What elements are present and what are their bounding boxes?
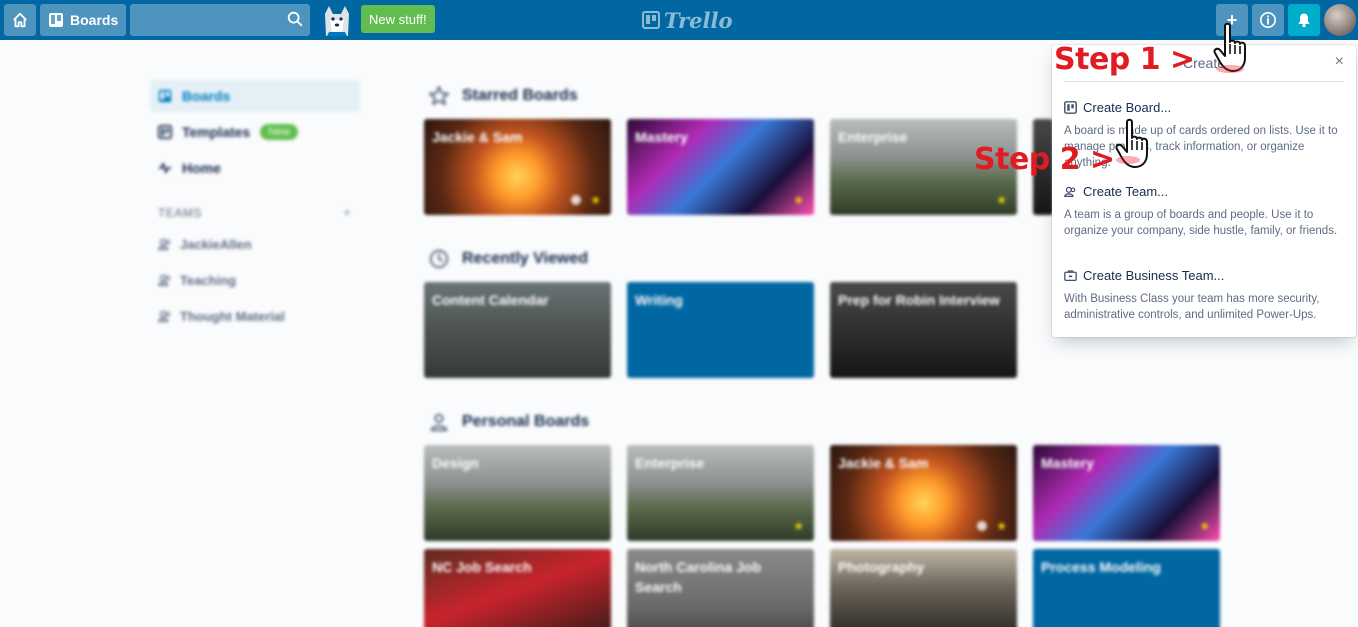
board-title: Process Modeling — [1041, 559, 1161, 575]
board-title: Enterprise — [635, 455, 705, 471]
board-title: Content Calendar — [432, 292, 549, 308]
step-1-annotation: Step 1 > — [1054, 42, 1195, 77]
board-tile[interactable]: Process Modeling — [1033, 549, 1220, 627]
search-icon — [287, 11, 303, 27]
sidebar-item-templates[interactable]: Templates New — [150, 116, 360, 148]
step-2-annotation: Step 2 > — [974, 142, 1115, 177]
info-button[interactable] — [1252, 4, 1284, 36]
sidebar-team-item[interactable]: JackieAllen — [158, 234, 252, 254]
notifications-button[interactable] — [1288, 4, 1320, 36]
star-outline-icon — [429, 86, 449, 106]
home-icon — [13, 12, 27, 28]
bell-icon — [1298, 13, 1310, 28]
info-icon — [1259, 11, 1277, 29]
recently-viewed-heading: Recently Viewed — [428, 247, 588, 271]
star-icon[interactable]: ★ — [793, 193, 804, 207]
trello-logo-icon — [642, 11, 660, 29]
clock-icon — [429, 249, 449, 269]
team-label: Thought Material — [180, 308, 285, 324]
section-title-text: Recently Viewed — [462, 250, 588, 267]
board-indicator — [571, 195, 581, 205]
template-icon — [158, 125, 172, 139]
create-business-team-description: With Business Class your team has more s… — [1064, 293, 1320, 321]
board-tile[interactable]: Prep for Robin Interview — [830, 282, 1017, 378]
create-business-team-option[interactable]: Create Business Team... With Business Cl… — [1064, 265, 1344, 323]
board-tile[interactable]: Enterprise ★ — [627, 445, 814, 541]
board-icon — [49, 13, 63, 27]
section-title-text: Personal Boards — [462, 413, 590, 430]
board-tile[interactable]: Mastery ★ — [1033, 445, 1220, 541]
board-tile[interactable]: Content Calendar — [424, 282, 611, 378]
teams-heading: TEAMS — [158, 206, 202, 220]
create-team-title: Create Team... — [1083, 183, 1169, 199]
popover-divider — [1064, 81, 1344, 82]
star-icon[interactable]: ★ — [996, 193, 1007, 207]
search-input[interactable] — [130, 4, 310, 36]
board-tile[interactable]: Jackie & Sam ★ — [424, 119, 611, 215]
person-icon — [430, 413, 448, 432]
board-title: Design — [432, 455, 479, 471]
board-title: Prep for Robin Interview — [838, 292, 1000, 308]
sidebar-team-item[interactable]: Teaching — [158, 270, 236, 290]
boards-button[interactable]: Boards — [40, 4, 126, 36]
board-tile[interactable]: Design — [424, 445, 611, 541]
user-avatar[interactable] — [1324, 4, 1356, 36]
team-icon — [1064, 186, 1076, 197]
team-icon — [158, 310, 171, 322]
boards-button-label: Boards — [70, 12, 119, 28]
new-badge: New — [260, 124, 299, 140]
star-icon[interactable]: ★ — [996, 519, 1007, 533]
top-header: Boards New stuff! Trello + — [0, 0, 1358, 40]
board-tile[interactable]: Photography — [830, 549, 1017, 627]
personal-boards-heading: Personal Boards — [428, 410, 589, 434]
star-icon[interactable]: ★ — [1199, 519, 1210, 533]
team-icon — [158, 274, 171, 286]
husky-mascot-icon[interactable] — [318, 2, 356, 38]
briefcase-icon — [1064, 269, 1077, 281]
star-icon[interactable]: ★ — [590, 193, 601, 207]
board-tile[interactable]: North Carolina Job Search — [627, 549, 814, 627]
add-team-button[interactable]: + — [343, 204, 351, 220]
board-title: Mastery — [635, 129, 688, 145]
sidebar-item-boards[interactable]: Boards — [150, 80, 360, 112]
team-icon — [158, 238, 171, 250]
create-team-description: A team is a group of boards and people. … — [1064, 209, 1338, 237]
trello-logo-text: Trello — [664, 7, 733, 33]
section-title-text: Starred Boards — [462, 87, 578, 104]
board-title: Jackie & Sam — [432, 129, 523, 145]
create-business-team-title: Create Business Team... — [1083, 267, 1225, 283]
sidebar-team-item[interactable]: Thought Material — [158, 306, 285, 326]
board-icon — [1064, 100, 1077, 114]
sidebar-item-label: Templates — [182, 124, 251, 140]
new-stuff-button[interactable]: New stuff! — [361, 5, 435, 33]
hand-pointer-icon — [1213, 22, 1246, 73]
board-title: North Carolina Job Search — [635, 559, 762, 595]
board-icon — [158, 89, 172, 103]
board-title: Mastery — [1041, 455, 1094, 471]
create-popover: Create × Create Board... A board is made… — [1052, 45, 1356, 337]
starred-boards-heading: Starred Boards — [428, 84, 578, 108]
team-label: JackieAllen — [180, 236, 252, 252]
board-title: Writing — [635, 292, 683, 308]
board-tile[interactable]: NC Job Search — [424, 549, 611, 627]
create-team-option[interactable]: Create Team... A team is a group of boar… — [1064, 181, 1344, 239]
board-title: NC Job Search — [432, 559, 532, 575]
board-title: Jackie & Sam — [838, 455, 929, 471]
sidebar-item-label: Home — [182, 160, 221, 176]
home-button[interactable] — [4, 4, 36, 36]
board-title: Photography — [838, 559, 925, 575]
hand-pointer-icon — [1115, 118, 1148, 168]
board-indicator — [977, 521, 987, 531]
star-icon[interactable]: ★ — [793, 519, 804, 533]
board-tile[interactable]: Writing — [627, 282, 814, 378]
close-icon[interactable]: × — [1335, 53, 1344, 71]
sidebar-item-label: Boards — [182, 88, 231, 104]
board-tile[interactable]: Mastery ★ — [627, 119, 814, 215]
trello-logo[interactable]: Trello — [642, 7, 733, 33]
activity-icon — [158, 162, 172, 174]
team-label: Teaching — [180, 272, 237, 288]
sidebar-item-home[interactable]: Home — [150, 152, 360, 184]
create-board-title: Create Board... — [1083, 99, 1172, 115]
board-tile[interactable]: Jackie & Sam ★ — [830, 445, 1017, 541]
